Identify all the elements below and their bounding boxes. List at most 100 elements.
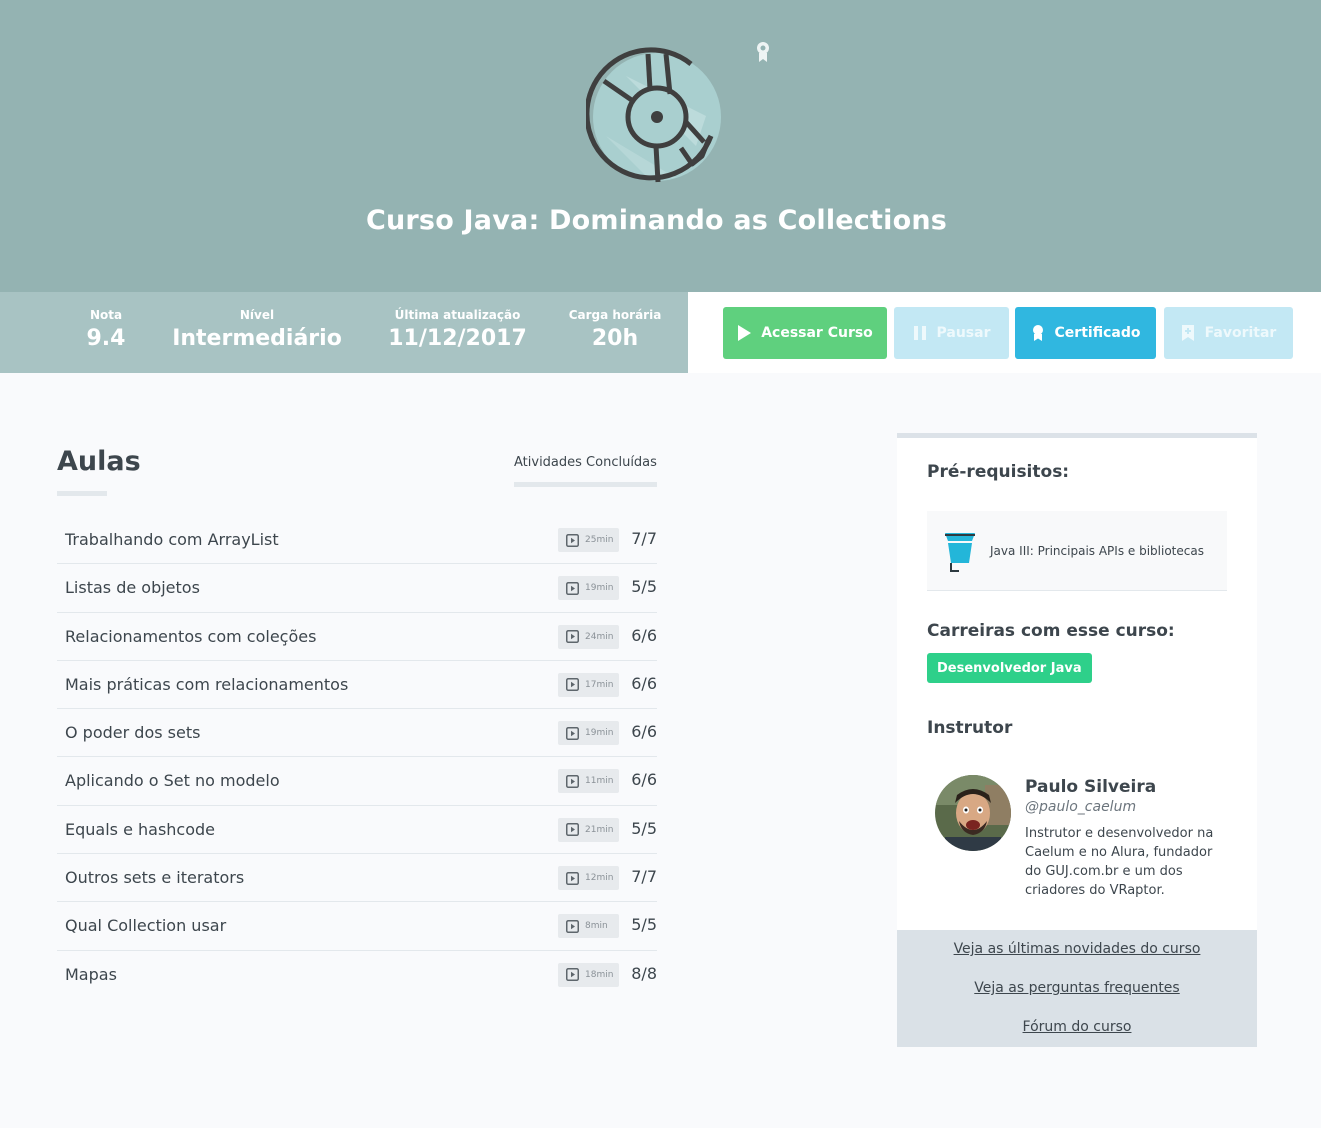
stat-ultima-atualizacao: Última atualização 11/12/2017 [380, 308, 535, 353]
lesson-title: Qual Collection usar [65, 916, 227, 936]
stat-label: Nível [239, 308, 275, 322]
lesson-title: Listas de objetos [65, 578, 200, 598]
lesson-row[interactable]: Aplicando o Set no modelo 11min 6/6 [57, 757, 657, 806]
lesson-duration: 24min [558, 624, 619, 649]
course-sidebar: Pré-requisitos: Java III: Principais API… [897, 433, 1257, 1047]
prereq-heading: Pré-requisitos: [927, 462, 1070, 482]
stat-nota: Nota 9.4 [76, 308, 136, 353]
stat-label: Carga horária [568, 308, 662, 322]
video-icon [566, 774, 579, 788]
course-stats: Nota 9.4 Nível Intermediário Última atua… [0, 292, 688, 373]
perguntas-frequentes-link[interactable]: Veja as perguntas frequentes [897, 980, 1257, 996]
lesson-duration-text: 18min [585, 969, 614, 980]
lesson-duration: 25min [558, 528, 619, 552]
prereq-course-name: Java III: Principais APIs e bibliotecas [990, 544, 1204, 558]
lesson-progress: 7/7 [631, 529, 657, 548]
instructor-name: Paulo Silveira [1025, 777, 1157, 797]
lesson-progress: 8/8 [631, 963, 657, 983]
pause-icon [913, 326, 926, 340]
lesson-title: O poder dos sets [65, 723, 201, 743]
course-title: Curso Java: Dominando as Collections [365, 205, 948, 236]
favoritar-button[interactable]: Favoritar [1164, 307, 1293, 359]
lesson-row[interactable]: Listas de objetos 19min 5/5 [57, 564, 657, 613]
course-hero: Curso Java: Dominando as Collections [0, 0, 1321, 292]
prereq-course-card[interactable]: Java III: Principais APIs e bibliotecas [927, 511, 1227, 591]
lesson-duration-text: 12min [585, 873, 614, 884]
lesson-duration-text: 21min [585, 824, 614, 835]
favoritar-label: Favoritar [1204, 325, 1277, 341]
lesson-progress: 6/6 [631, 673, 657, 693]
video-icon [566, 726, 579, 740]
pausar-label: Pausar [936, 325, 991, 341]
lesson-row[interactable]: Outros sets e iterators 12min 7/7 [57, 854, 657, 903]
instructor-heading: Instrutor [927, 718, 1013, 738]
lesson-duration-text: 17min [585, 679, 614, 690]
video-icon [566, 533, 579, 547]
stat-value: 9.4 [86, 326, 126, 351]
lesson-duration-text: 8min [585, 921, 608, 932]
lesson-row[interactable]: Qual Collection usar 8min 5/5 [57, 902, 657, 951]
lesson-progress: 7/7 [631, 867, 657, 887]
sidebar-links: Veja as últimas novidades do curso Veja … [897, 930, 1257, 1047]
acessar-curso-button[interactable]: Acessar Curso [723, 307, 887, 359]
lesson-progress: 5/5 [631, 818, 657, 838]
atividades-concluidas-label: Atividades Concluídas [514, 455, 657, 470]
certificado-button[interactable]: Certificado [1015, 307, 1156, 359]
instructor-bio: Instrutor e desenvolvedor na Caelum e no… [1025, 826, 1214, 898]
lesson-duration-text: 19min [585, 583, 614, 594]
forum-link[interactable]: Fórum do curso [897, 1019, 1257, 1035]
lesson-duration: 8min [558, 914, 619, 939]
lesson-progress: 5/5 [631, 915, 657, 935]
video-icon [566, 678, 579, 692]
certificate-icon [1032, 325, 1043, 341]
career-tag[interactable]: Desenvolvedor Java [927, 653, 1092, 683]
lesson-progress: 5/5 [631, 577, 657, 597]
lesson-row[interactable]: Trabalhando com ArrayList 25min 7/7 [57, 516, 657, 565]
lesson-duration-text: 19min [585, 728, 614, 739]
lesson-duration: 19min [558, 721, 619, 746]
lesson-duration: 17min [558, 672, 619, 697]
lesson-row[interactable]: Mapas 18min 8/8 [57, 951, 657, 999]
video-icon [566, 919, 579, 933]
lesson-row[interactable]: Equals e hashcode 21min 5/5 [57, 806, 657, 855]
stat-value: 11/12/2017 [388, 326, 527, 351]
certificado-label: Certificado [1054, 325, 1141, 341]
lesson-duration: 11min [558, 769, 619, 794]
lesson-duration-text: 25min [585, 535, 614, 545]
stat-carga-horaria: Carga horária 20h [565, 308, 665, 353]
stat-label: Nota [89, 308, 123, 322]
play-icon [738, 325, 752, 341]
java-cup-icon [945, 533, 975, 572]
lesson-duration: 18min [558, 962, 619, 987]
certificate-badge-icon [757, 42, 769, 62]
pausar-button[interactable]: Pausar [894, 307, 1009, 359]
instructor-handle[interactable]: @paulo_caelum [1025, 799, 1136, 815]
lesson-list: Trabalhando com ArrayList 25min 7/7 List… [57, 516, 657, 999]
course-actions: Acessar Curso Pausar Certificado Favorit… [688, 292, 1321, 373]
stat-value: 20h [591, 326, 639, 351]
stat-label: Última atualização [394, 308, 521, 322]
lesson-duration-text: 24min [585, 631, 614, 642]
video-icon [566, 871, 579, 885]
video-icon [566, 630, 579, 644]
instructor-avatar [935, 775, 1011, 851]
lesson-row[interactable]: Relacionamentos com coleções 24min 6/6 [57, 613, 657, 661]
lesson-title: Relacionamentos com coleções [65, 626, 317, 646]
bookmark-plus-icon [1181, 325, 1194, 341]
acessar-curso-label: Acessar Curso [761, 325, 873, 341]
lesson-progress: 6/6 [631, 625, 657, 645]
lesson-progress: 6/6 [631, 770, 657, 790]
lesson-title: Outros sets e iterators [65, 868, 245, 888]
video-icon [566, 968, 579, 982]
novidades-link[interactable]: Veja as últimas novidades do curso [897, 941, 1257, 957]
concluidas-underline [514, 482, 657, 487]
lesson-progress: 6/6 [631, 722, 657, 742]
lesson-duration: 21min [558, 817, 619, 842]
lesson-title: Mais práticas com relacionamentos [65, 674, 349, 694]
lesson-title: Aplicando o Set no modelo [65, 771, 280, 791]
video-icon [566, 581, 579, 595]
aulas-heading: Aulas [57, 446, 141, 477]
lesson-duration: 19min [558, 576, 619, 601]
lesson-row[interactable]: Mais práticas com relacionamentos 17min … [57, 661, 657, 710]
lesson-row[interactable]: O poder dos sets 19min 6/6 [57, 709, 657, 758]
